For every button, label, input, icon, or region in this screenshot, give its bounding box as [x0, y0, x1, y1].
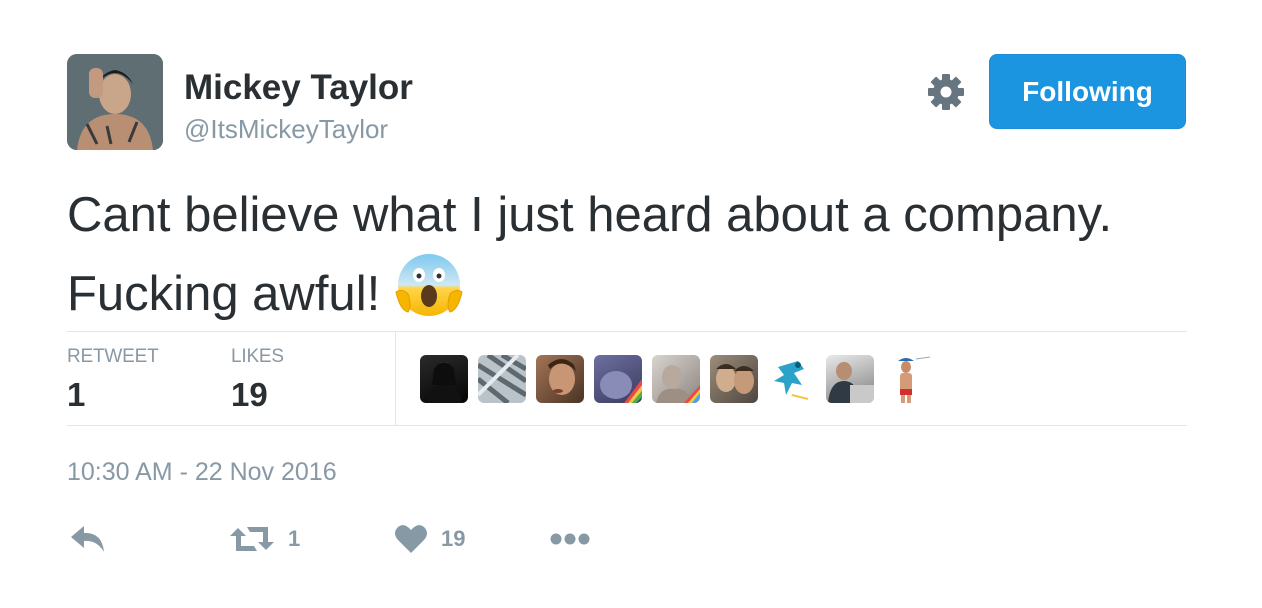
likes-stat-label: LIKES — [231, 346, 284, 367]
liker-avatar[interactable] — [826, 355, 874, 403]
retweet-count: 1 — [288, 526, 301, 551]
divider — [67, 331, 1187, 332]
reply-icon — [71, 526, 104, 552]
liker-avatar[interactable] — [420, 355, 468, 403]
liker-avatar[interactable] — [884, 355, 932, 403]
screen-name[interactable]: @ItsMickeyTaylor — [184, 114, 388, 145]
likes-stat[interactable]: LIKES 19 — [231, 346, 284, 414]
tweet-text: Cant believe what I just heard about a c… — [67, 182, 1197, 327]
gear-icon[interactable] — [925, 71, 967, 113]
avatar-image — [67, 54, 163, 150]
more-button[interactable] — [550, 522, 590, 556]
tweet-timestamp[interactable]: 10:30 AM - 22 Nov 2016 — [67, 458, 337, 487]
liker-avatar[interactable] — [710, 355, 758, 403]
retweet-stat-count: 1 — [67, 376, 86, 413]
divider — [67, 425, 1187, 426]
like-button[interactable]: 19 — [395, 522, 465, 556]
liker-avatar[interactable] — [768, 355, 816, 403]
liker-avatar[interactable] — [478, 355, 526, 403]
like-count: 19 — [441, 526, 466, 551]
heart-icon — [395, 525, 427, 553]
display-name[interactable]: Mickey Taylor — [184, 68, 413, 108]
liker-avatar[interactable] — [594, 355, 642, 403]
retweet-icon — [230, 527, 274, 551]
stats-divider — [395, 332, 396, 425]
likes-stat-count: 19 — [231, 376, 268, 413]
following-button[interactable]: Following — [989, 54, 1186, 129]
avatar[interactable] — [67, 54, 163, 150]
tweet-text-line-2: Fucking awful! — [67, 248, 1197, 327]
retweet-stat[interactable]: RETWEET 1 — [67, 346, 159, 414]
liker-avatar[interactable] — [536, 355, 584, 403]
face-screaming-in-fear-icon — [394, 248, 464, 318]
reply-button[interactable] — [70, 522, 106, 556]
tweet-text-line-1: Cant believe what I just heard about a c… — [67, 188, 1113, 242]
retweet-stat-label: RETWEET — [67, 346, 159, 367]
tweet-text-line-2-text: Fucking awful! — [67, 267, 381, 321]
liker-avatar[interactable] — [652, 355, 700, 403]
more-icon — [550, 533, 590, 545]
retweet-button[interactable]: 1 — [230, 522, 300, 556]
